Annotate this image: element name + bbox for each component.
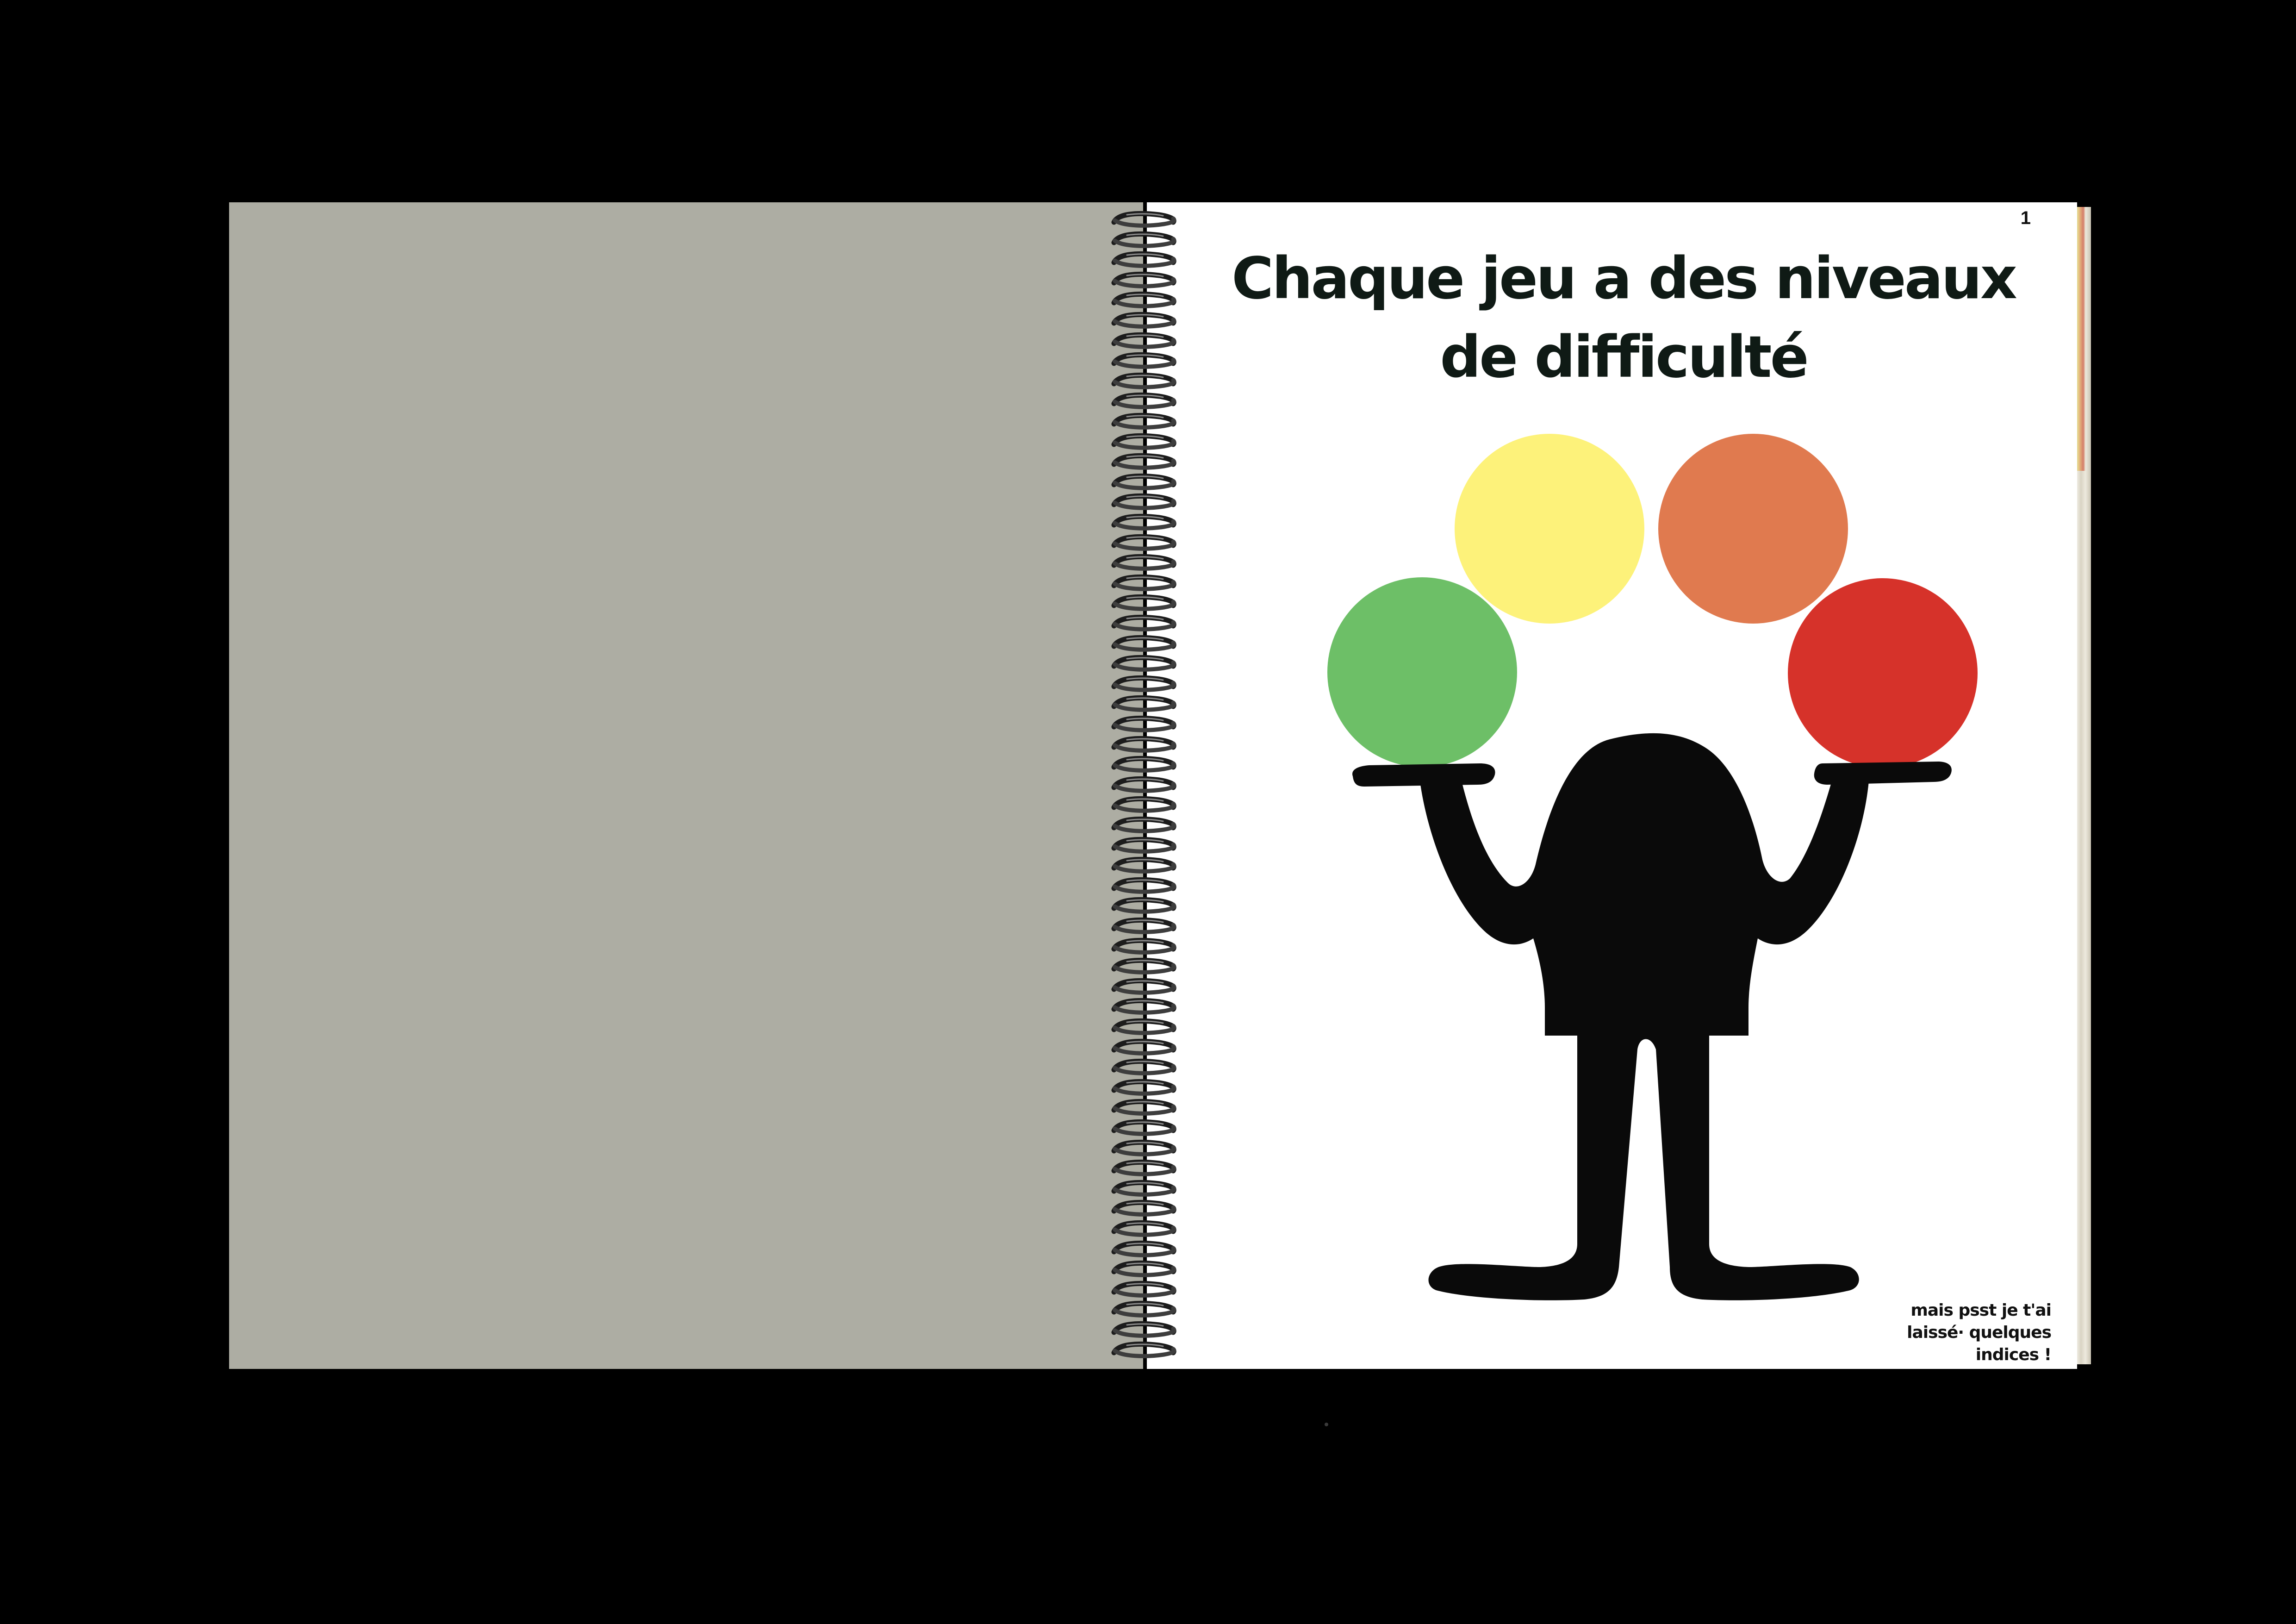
green-ball: [1327, 577, 1517, 767]
spiral-coil: [1111, 614, 1176, 631]
hint-line-3: indices !: [1975, 1345, 2052, 1364]
spiral-coil: [1111, 675, 1176, 692]
spiral-coil: [1111, 978, 1176, 995]
spiral-coil: [1111, 816, 1176, 833]
spiral-coil: [1111, 1139, 1176, 1156]
spiral-coil: [1111, 372, 1176, 389]
spiral-coil: [1111, 776, 1176, 793]
spiral-coil: [1111, 1038, 1176, 1056]
spiral-coil: [1111, 473, 1176, 490]
spiral-coil: [1111, 1079, 1176, 1096]
spiral-coil: [1111, 1341, 1176, 1358]
right-page: 1 Chaque jeu a des niveaux de difficulté…: [1147, 202, 2077, 1369]
spiral-coil: [1111, 998, 1176, 1015]
spiral-coil: [1111, 1261, 1176, 1277]
spiral-coil: [1111, 554, 1176, 571]
spiral-coil: [1111, 1119, 1176, 1136]
spiral-coil: [1111, 292, 1176, 309]
spiral-coil: [1111, 594, 1176, 612]
hint-line-1: mais psst je t'ai: [1910, 1301, 2052, 1320]
orange-ball: [1658, 434, 1848, 624]
left-page-blank: [229, 202, 1143, 1369]
spiral-coil: [1111, 332, 1176, 349]
spiral-coil: [1111, 837, 1176, 854]
spiral-coil: [1111, 493, 1176, 511]
notebook-spread-scan: 1 Chaque jeu a des niveaux de difficulté…: [0, 0, 2296, 1624]
spiral-coil: [1111, 312, 1176, 329]
hint-line-2: laissé· quelques: [1907, 1323, 2052, 1342]
spiral-coil: [1111, 393, 1176, 410]
spiral-coil: [1111, 917, 1176, 934]
yellow-ball: [1455, 434, 1644, 624]
spiral-coil: [1111, 271, 1176, 288]
spiral-coil: [1111, 877, 1176, 894]
figure-body: [1420, 733, 1869, 1300]
hint-text: mais psst je t'ai laissé· quelques indic…: [1875, 1299, 2052, 1366]
spiral-coil: [1111, 736, 1176, 753]
spiral-coil: [1111, 1180, 1176, 1197]
red-ball: [1788, 578, 1978, 768]
spiral-coil: [1111, 1059, 1176, 1075]
spiral-coil: [1111, 412, 1176, 430]
spiral-coil: [1111, 1200, 1176, 1217]
spiral-coil: [1111, 1099, 1176, 1116]
spiral-coil: [1111, 513, 1176, 531]
spiral-coil: [1111, 695, 1176, 712]
spiral-coil: [1111, 1160, 1176, 1176]
juggler-illustration: [1327, 434, 1978, 1300]
spiral-coil: [1111, 534, 1176, 551]
spiral-coil: [1111, 453, 1176, 470]
spiral-coil: [1111, 897, 1176, 914]
spiral-coil: [1111, 1018, 1176, 1035]
spiral-coil: [1111, 715, 1176, 732]
spiral-coil: [1111, 1280, 1176, 1298]
spiral-coil: [1111, 796, 1176, 813]
spiral-coil: [1111, 251, 1176, 268]
spiral-coil: [1111, 352, 1176, 369]
spiral-coil: [1111, 574, 1176, 591]
spiral-binding: [1108, 208, 1192, 1370]
spiral-coil: [1111, 433, 1176, 450]
spiral-coil: [1111, 857, 1176, 874]
spiral-coil: [1111, 1301, 1176, 1318]
spiral-coil: [1111, 1220, 1176, 1237]
spiral-coil: [1111, 937, 1176, 955]
spiral-coil: [1111, 635, 1176, 652]
spiral-coil: [1111, 655, 1176, 672]
spiral-coil: [1111, 756, 1176, 773]
spiral-coil: [1111, 231, 1176, 248]
spiral-coil: [1111, 958, 1176, 974]
spiral-coil: [1111, 1321, 1176, 1338]
scan-dust-mark: [1325, 1423, 1328, 1426]
spiral-coil: [1111, 1240, 1176, 1257]
juggler-figure: [1352, 733, 1952, 1300]
spiral-coil: [1111, 211, 1176, 228]
